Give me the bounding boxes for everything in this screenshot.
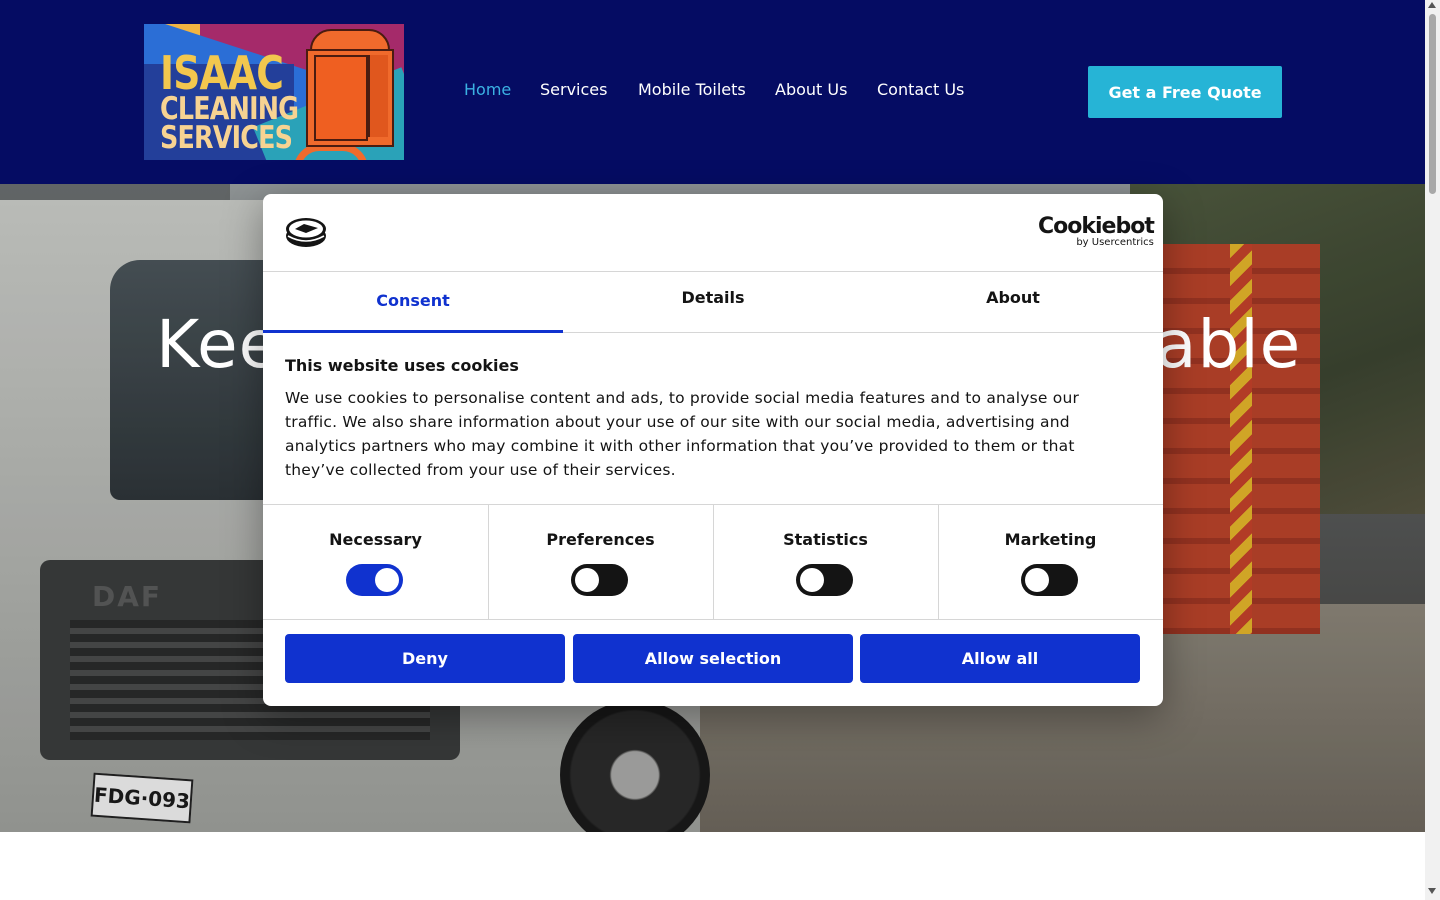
toggle-knob	[800, 568, 824, 592]
statistics-toggle[interactable]	[796, 564, 853, 596]
portable-toilet-icon	[304, 29, 394, 147]
toggle-knob	[575, 568, 599, 592]
necessary-toggle[interactable]	[346, 564, 403, 596]
get-free-quote-button[interactable]: Get a Free Quote	[1088, 66, 1282, 118]
deny-button[interactable]: Deny	[285, 634, 565, 683]
tab-consent[interactable]: Consent	[263, 272, 563, 333]
cookiebot-brand-name: Cookiebot	[1038, 214, 1155, 239]
category-label: Marketing	[1004, 530, 1097, 549]
nav-mobile-toilets[interactable]: Mobile Toilets	[638, 80, 746, 99]
nav-home[interactable]: Home	[464, 80, 511, 99]
cookie-categories: Necessary Preferences Statistics Marketi…	[263, 504, 1163, 620]
tab-about-label: About	[986, 288, 1040, 307]
marketing-toggle[interactable]	[1021, 564, 1078, 596]
nav-services[interactable]: Services	[540, 80, 607, 99]
category-label: Necessary	[329, 530, 422, 549]
nav-contact-us[interactable]: Contact Us	[877, 80, 964, 99]
hero-title-start: Kee	[156, 306, 281, 383]
scroll-up-arrow-icon[interactable]	[1428, 2, 1436, 8]
tab-details[interactable]: Details	[563, 272, 863, 332]
category-label: Preferences	[546, 530, 655, 549]
cookiebot-logo-icon	[286, 218, 326, 247]
logo-text-line1: ISAAC	[160, 46, 284, 100]
tab-consent-label: Consent	[376, 291, 450, 310]
dialog-header: Cookiebot by Usercentrics	[263, 194, 1163, 272]
hero-title-end: able	[1156, 306, 1302, 383]
site-logo[interactable]: ISAAC CLEANING SERVICES	[144, 24, 404, 160]
tab-about[interactable]: About	[863, 272, 1163, 332]
dialog-title: This website uses cookies	[285, 356, 519, 375]
tab-details-label: Details	[681, 288, 745, 307]
category-label: Statistics	[783, 530, 868, 549]
dialog-body-text: We use cookies to personalise content an…	[285, 389, 1080, 479]
category-marketing: Marketing	[938, 505, 1163, 619]
preferences-toggle[interactable]	[571, 564, 628, 596]
dialog-tabs: Consent Details About	[263, 272, 1163, 333]
allow-selection-button[interactable]: Allow selection	[573, 634, 853, 683]
page-scrollbar[interactable]	[1425, 0, 1440, 900]
cookiebot-brand[interactable]: Cookiebot by Usercentrics	[1038, 214, 1155, 248]
active-tab-underline	[263, 330, 563, 333]
scroll-down-arrow-icon[interactable]	[1428, 888, 1436, 894]
category-statistics: Statistics	[713, 505, 939, 619]
allow-all-button[interactable]: Allow all	[860, 634, 1140, 683]
logo-text-line3: SERVICES	[160, 120, 293, 156]
category-necessary: Necessary	[263, 505, 489, 619]
cookie-consent-dialog: Cookiebot by Usercentrics Consent Detail…	[263, 194, 1163, 706]
scrollbar-thumb[interactable]	[1429, 14, 1436, 194]
toggle-knob	[1025, 568, 1049, 592]
category-preferences: Preferences	[488, 505, 714, 619]
toggle-knob	[375, 568, 399, 592]
nav-about-us[interactable]: About Us	[775, 80, 847, 99]
site-header: ISAAC CLEANING SERVICES Home Services Mo…	[0, 0, 1425, 184]
